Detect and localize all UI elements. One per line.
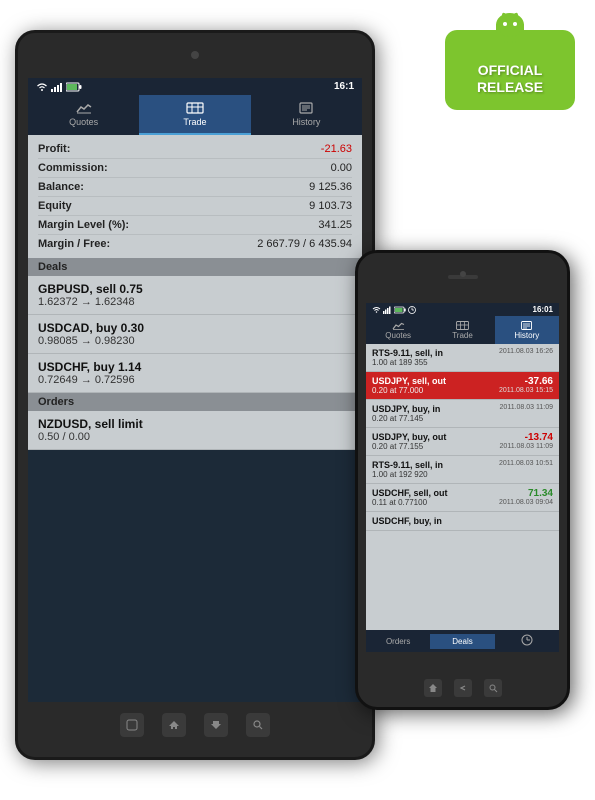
history-row-1[interactable]: USDJPY, sell, out 0.20 at 77.000 -37.66 … <box>366 372 559 400</box>
stat-row-equity: Equity 9 103.73 <box>38 197 352 216</box>
phone-home-buttons <box>424 679 502 697</box>
tablet-menu-btn[interactable] <box>204 713 228 737</box>
phone-statusbar: 16:01 <box>366 303 559 316</box>
tablet-time: 16:1 <box>334 81 354 92</box>
history-row-0[interactable]: RTS-9.11, sell, in 1.00 at 189 355 2011.… <box>366 344 559 372</box>
tab-history[interactable]: History <box>251 95 362 135</box>
stats-table: Profit: -21.63 Commission: 0.00 Balance:… <box>28 135 362 258</box>
tablet-device: 16:1 Quotes <box>15 30 375 760</box>
phone-clock-icon <box>408 306 416 314</box>
phone-screen: 16:01 Quotes <box>366 303 559 652</box>
signal-icon <box>51 82 63 92</box>
orders-section-header: Orders <box>28 393 362 411</box>
history-icon <box>296 101 316 115</box>
phone-battery-icon <box>394 306 406 314</box>
phone-tab-trade[interactable]: Trade <box>430 316 494 344</box>
deal-row-usdchf[interactable]: USDCHF, buy 1.14 0.72649 → 0.72596 <box>28 354 362 393</box>
history-row-4[interactable]: RTS-9.11, sell, in 1.00 at 192 920 2011.… <box>366 456 559 484</box>
phone-status-left <box>372 306 416 314</box>
deal-row-gbpusd[interactable]: GBPUSD, sell 0.75 1.62372 → 1.62348 <box>28 276 362 315</box>
stat-row-profit: Profit: -21.63 <box>38 140 352 159</box>
android-icon <box>490 5 530 47</box>
tablet-back-btn[interactable] <box>120 713 144 737</box>
deal-row-usdcad[interactable]: USDCAD, buy 0.30 0.98085 → 0.98230 <box>28 315 362 354</box>
phone-signal-icon <box>383 306 392 314</box>
tab-trade[interactable]: Trade <box>139 95 250 135</box>
tablet-tabs: Quotes Trade <box>28 95 362 135</box>
phone-camera <box>460 271 466 277</box>
battery-icon <box>66 82 82 92</box>
stat-row-margin-free: Margin / Free: 2 667.79 / 6 435.94 <box>38 235 352 253</box>
tab-quotes[interactable]: Quotes <box>28 95 139 135</box>
phone-search-btn[interactable] <box>484 679 502 697</box>
order-row-nzdusd[interactable]: NZDUSD, sell limit 0.50 / 0.00 <box>28 411 362 450</box>
history-row-2[interactable]: USDJPY, buy, in 0.20 at 77.145 2011.08.0… <box>366 400 559 428</box>
phone-tab-quotes[interactable]: Quotes <box>366 316 430 344</box>
phone-bottom-clock[interactable] <box>495 631 559 651</box>
phone-bottom-tabs: Orders Deals <box>366 630 559 652</box>
badge-text: OFFICIAL RELEASE <box>477 62 543 96</box>
stat-row-margin-level: Margin Level (%): 341.25 <box>38 216 352 235</box>
phone-device: 16:01 Quotes <box>355 250 570 710</box>
history-row-6[interactable]: USDCHF, buy, in <box>366 512 559 531</box>
phone-history-icon <box>520 320 534 330</box>
trade-icon <box>185 101 205 115</box>
tablet-home-buttons <box>120 713 270 737</box>
history-row-3[interactable]: USDJPY, buy, out 0.20 at 77.155 -13.74 2… <box>366 428 559 456</box>
tablet-status-left <box>36 82 82 92</box>
tablet-screen: 16:1 Quotes <box>28 78 362 702</box>
tablet-search-btn[interactable] <box>246 713 270 737</box>
deals-section-header: Deals <box>28 258 362 276</box>
official-release-badge: OFFICIAL RELEASE <box>445 10 575 140</box>
history-row-5[interactable]: USDCHF, sell, out 0.11 at 0.77100 71.34 … <box>366 484 559 512</box>
stat-row-commission: Commission: 0.00 <box>38 159 352 178</box>
phone-home-btn[interactable] <box>424 679 442 697</box>
quotes-icon <box>74 101 94 115</box>
phone-trade-icon <box>455 320 469 330</box>
tablet-camera <box>191 51 199 59</box>
phone-quotes-icon <box>391 320 405 330</box>
wifi-icon <box>36 82 48 92</box>
tablet-statusbar: 16:1 <box>28 78 362 95</box>
phone-tab-history[interactable]: History <box>495 316 559 344</box>
phone-back-btn[interactable] <box>454 679 472 697</box>
phone-wifi-icon <box>372 306 381 314</box>
stat-row-balance: Balance: 9 125.36 <box>38 178 352 197</box>
phone-tabs: Quotes Trade <box>366 316 559 344</box>
phone-bottom-deals[interactable]: Deals <box>430 634 494 649</box>
tablet-home-btn[interactable] <box>162 713 186 737</box>
phone-time: 16:01 <box>533 305 553 314</box>
clock-icon <box>521 634 533 646</box>
phone-history-list: RTS-9.11, sell, in 1.00 at 189 355 2011.… <box>366 344 559 652</box>
phone-bottom-orders[interactable]: Orders <box>366 634 430 649</box>
